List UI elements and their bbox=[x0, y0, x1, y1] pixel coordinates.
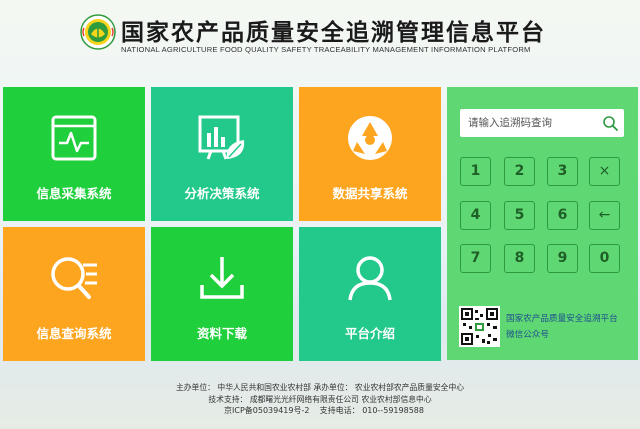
wechat-caption: 国家农产品质量安全追溯平台 微信公众号 bbox=[506, 311, 618, 343]
keypad-key-8[interactable]: 8 bbox=[504, 244, 535, 273]
tile-label: 信息采集系统 bbox=[36, 186, 112, 201]
keypad-key-3[interactable]: 3 bbox=[547, 157, 578, 186]
keypad-clear-key[interactable]: × bbox=[589, 157, 620, 186]
chart-leaf-icon bbox=[198, 115, 245, 160]
tile-platform-intro[interactable]: 平台介绍 bbox=[299, 227, 441, 361]
keypad-key-9[interactable]: 9 bbox=[547, 244, 578, 273]
page-subtitle: NATIONAL AGRICULTURE FOOD QUALITY SAFETY… bbox=[121, 45, 531, 54]
keypad-key-7[interactable]: 7 bbox=[460, 244, 491, 273]
footer-icp-line: 京ICP备05039419号-2 支持电话： 010--59198588 bbox=[224, 405, 424, 416]
tile-download[interactable]: 资料下载 bbox=[151, 227, 293, 361]
wechat-caption-line2: 微信公众号 bbox=[506, 330, 549, 340]
trace-code-input[interactable] bbox=[468, 109, 598, 137]
user-icon bbox=[348, 256, 392, 301]
keypad-key-4[interactable]: 4 bbox=[460, 201, 491, 230]
keypad-key-0[interactable]: 0 bbox=[589, 244, 620, 273]
trace-query-panel: 1 2 3 × 4 5 6 ← 7 8 9 0 国家农产品质量安全追溯平台 微信… bbox=[447, 87, 638, 360]
tile-info-collection[interactable]: 信息采集系统 bbox=[3, 87, 145, 221]
icp-number[interactable]: 京ICP备05039419号-2 bbox=[224, 406, 309, 415]
footer-sponsor-line: 主办单位： 中华人民共和国农业农村部 承办单位： 农业农村部农产品质量安全中心 bbox=[175, 383, 465, 392]
keypad-key-1[interactable]: 1 bbox=[460, 157, 491, 186]
tile-label: 分析决策系统 bbox=[184, 186, 260, 201]
footer-support-line: 技术支持： 成都曙光光纤网络有限责任公司 农业农村部信息中心 bbox=[208, 395, 432, 404]
tile-label: 数据共享系统 bbox=[332, 186, 408, 201]
page-title: 国家农产品质量安全追溯管理信息平台 bbox=[121, 20, 546, 46]
tile-label: 平台介绍 bbox=[344, 326, 395, 341]
ministry-logo-icon bbox=[80, 14, 116, 50]
wechat-qr-code bbox=[459, 306, 500, 347]
monitor-pulse-icon bbox=[51, 115, 97, 161]
tile-label: 资料下载 bbox=[196, 326, 247, 341]
keypad-key-2[interactable]: 2 bbox=[504, 157, 535, 186]
keypad-backspace-key[interactable]: ← bbox=[589, 201, 620, 230]
tile-label: 信息查询系统 bbox=[36, 326, 112, 341]
keypad-key-5[interactable]: 5 bbox=[504, 201, 535, 230]
tile-data-sharing[interactable]: 数据共享系统 bbox=[299, 87, 441, 221]
header: 国家农产品质量安全追溯管理信息平台 NATIONAL AGRICULTURE F… bbox=[0, 0, 640, 72]
search-list-icon bbox=[51, 257, 97, 299]
support-phone: 支持电话： 010--59198588 bbox=[319, 406, 424, 415]
keypad-key-6[interactable]: 6 bbox=[547, 201, 578, 230]
search-icon[interactable] bbox=[602, 115, 618, 131]
wechat-caption-line1: 国家农产品质量安全追溯平台 bbox=[506, 314, 618, 324]
share-cycle-icon bbox=[348, 116, 392, 160]
tile-info-query[interactable]: 信息查询系统 bbox=[3, 227, 145, 361]
search-box bbox=[460, 109, 624, 137]
tile-analysis-decision[interactable]: 分析决策系统 bbox=[151, 87, 293, 221]
download-icon bbox=[200, 257, 244, 299]
